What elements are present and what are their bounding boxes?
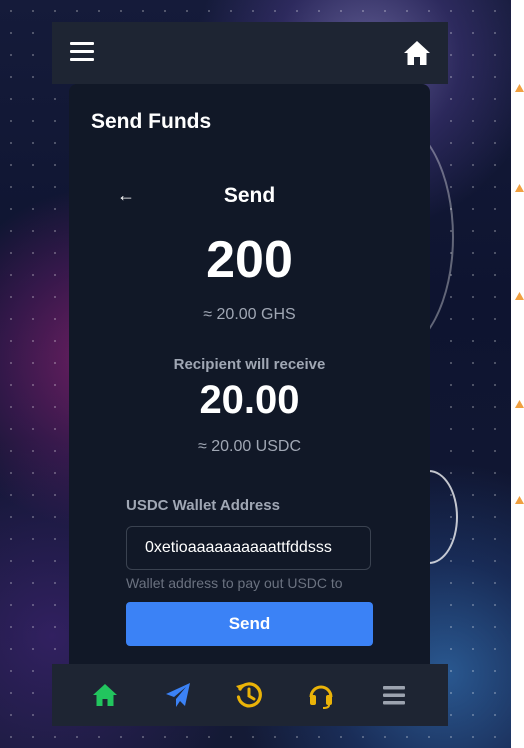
receive-label: Recipient will receive bbox=[173, 356, 326, 373]
receive-amount-converted: ≈ 20.00 USDC bbox=[197, 438, 302, 455]
warning-icon bbox=[515, 292, 524, 300]
warning-icon bbox=[515, 184, 524, 192]
wallet-address-input[interactable] bbox=[126, 526, 371, 570]
warning-icon bbox=[515, 496, 524, 504]
wallet-address-help: Wallet address to pay out USDC to bbox=[126, 575, 343, 591]
top-bar bbox=[52, 22, 448, 84]
send-amount-converted: ≈ 20.00 GHS bbox=[203, 306, 296, 323]
hamburger-icon[interactable] bbox=[70, 42, 94, 62]
paper-plane-icon[interactable] bbox=[163, 680, 193, 710]
headset-icon[interactable] bbox=[306, 680, 336, 710]
receive-amount: 20.00 bbox=[199, 378, 300, 422]
home-icon[interactable] bbox=[90, 680, 120, 710]
app-frame: Send Funds Send ← 200 ≈ 20.00 GHS Recipi… bbox=[52, 22, 448, 726]
side-panel-edge bbox=[511, 0, 524, 748]
warning-icon bbox=[515, 84, 524, 92]
send-button[interactable]: Send bbox=[126, 602, 373, 646]
warning-icon bbox=[515, 400, 524, 408]
page-title: Send Funds bbox=[91, 110, 212, 133]
send-amount: 200 bbox=[206, 231, 293, 289]
bottom-nav bbox=[52, 664, 448, 726]
back-arrow-icon[interactable]: ← bbox=[117, 185, 135, 206]
menu-icon[interactable] bbox=[379, 680, 409, 710]
history-icon[interactable] bbox=[234, 680, 264, 710]
send-funds-card: Send Funds Send ← 200 ≈ 20.00 GHS Recipi… bbox=[69, 84, 430, 726]
wallet-address-label: USDC Wallet Address bbox=[126, 497, 280, 514]
home-icon[interactable] bbox=[402, 39, 432, 67]
